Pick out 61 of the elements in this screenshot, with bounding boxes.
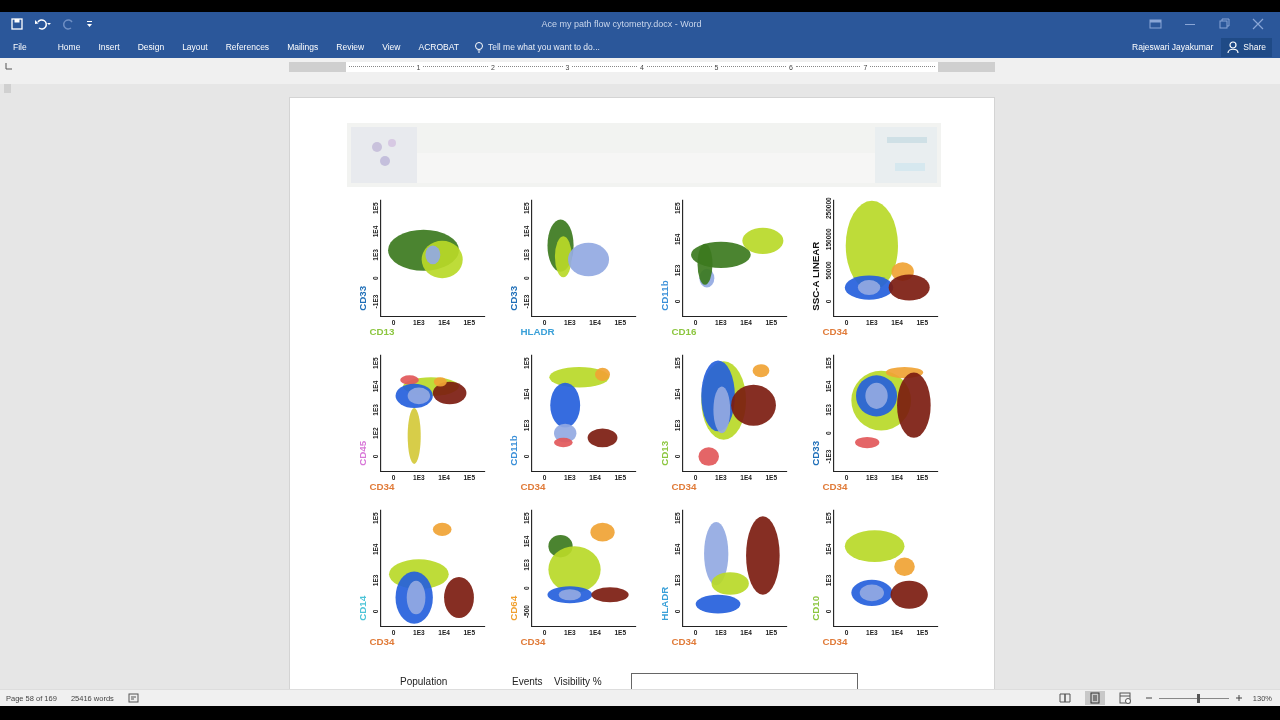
scatter-cloud-drawing [547,219,610,278]
ribbon-tab[interactable]: References [216,37,279,57]
customize-icon[interactable] [86,18,94,30]
axis-label: HLADR [520,326,555,338]
window-title: Ace my path flow cytometry.docx - Word [540,19,703,29]
column-header: Population [400,676,449,687]
column-header: Visibility % [554,676,603,687]
axis-label: CD14 [356,595,368,621]
redo-icon[interactable] [62,17,76,31]
tab-selector-icon[interactable] [4,62,14,71]
person-icon[interactable] [1227,40,1240,54]
read-mode-icon[interactable] [1058,692,1071,704]
ribbon-tab[interactable]: File [10,37,49,57]
axis-label: CD33 [809,440,821,466]
share-button[interactable]: Share [1221,37,1272,57]
ribbon-tab[interactable]: Insert [89,37,129,57]
axis-label: CD34 [520,636,546,648]
tell-me-field[interactable]: Tell me what you want to do... [473,41,628,53]
axis-label: SSC-A LINEAR [809,241,821,311]
ribbon-tab[interactable]: Review [327,37,374,57]
axis-label: CD34 [822,326,848,338]
axis-label: CD11b [658,280,670,311]
undo-icon[interactable] [34,17,52,31]
axis-label: CD34 [671,481,697,493]
zoom-in-icon[interactable] [1234,694,1243,702]
ribbon-display-icon[interactable] [1149,18,1162,30]
axis-label: CD64 [507,595,519,621]
ribbon-tab[interactable]: Layout [173,37,217,57]
axis-label: HLADR [658,586,670,621]
ribbon-tab[interactable]: View [373,37,410,57]
close-icon[interactable] [1252,18,1264,30]
ribbon-tab[interactable]: Mailings [278,37,328,57]
ribbon-tab[interactable]: Design [128,37,174,57]
ribbon-tab[interactable]: ACROBAT [409,37,468,57]
axis-label: CD34 [369,636,395,648]
axis-label: CD16 [671,326,697,338]
axis-label: CD11b [507,435,519,466]
axis-label: CD45 [356,440,368,466]
zoom-slider-thumb[interactable] [1197,693,1201,703]
margin-marker [4,84,11,93]
ribbon-tab[interactable]: Home [48,37,90,57]
print-layout-button[interactable] [1084,691,1105,705]
save-icon[interactable] [10,17,24,31]
restore-icon[interactable] [1218,18,1230,30]
axis-label: CD10 [809,595,821,621]
axis-label: CD34 [822,481,848,493]
axis-label: CD33 [507,285,519,311]
user-name[interactable]: Rajeswari Jayakumar [1132,42,1214,52]
axis-label: CD34 [822,636,848,648]
page-icon[interactable] [1088,692,1101,704]
axis-label: CD34 [520,481,546,493]
axis-label: CD34 [671,636,697,648]
axis-label: CD34 [369,481,395,493]
lightbulb-icon[interactable] [473,41,484,53]
zoom-out-icon[interactable] [1144,694,1153,702]
proofing-icon[interactable] [127,693,139,703]
axis-label: CD33 [356,285,368,311]
web-layout-icon[interactable] [1118,692,1131,704]
axis-label: CD13 [658,440,670,466]
axis-label: CD13 [369,326,395,338]
column-header: Events [512,676,544,687]
